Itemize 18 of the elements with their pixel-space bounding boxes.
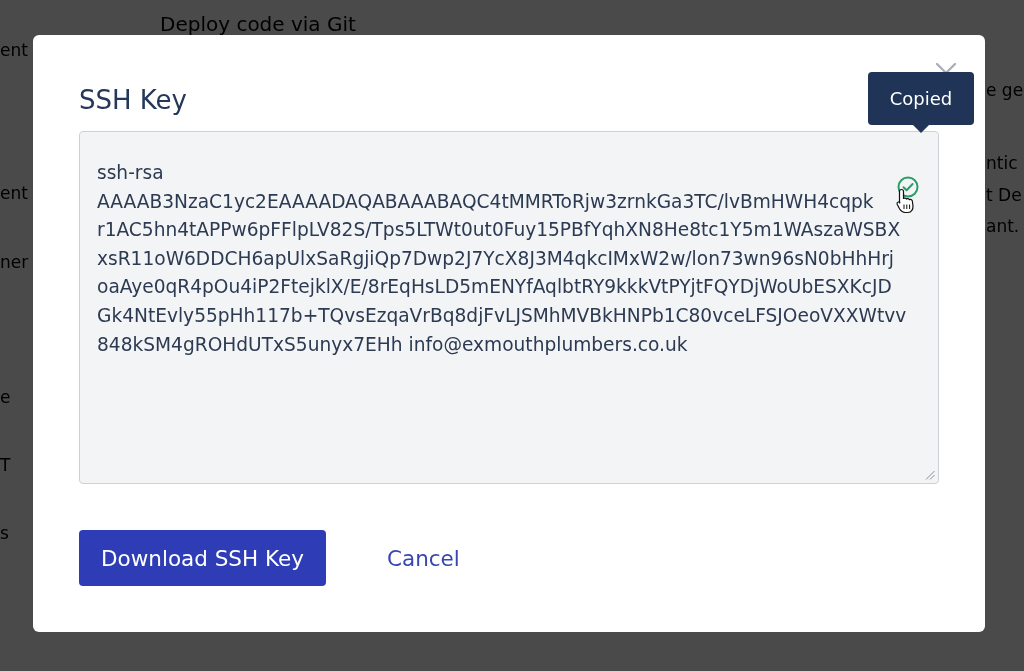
background-text: ner [0, 251, 29, 274]
background-text: ent [0, 39, 28, 62]
hand-pointer-icon [896, 188, 916, 214]
resize-grip-icon [925, 470, 935, 480]
cancel-link[interactable]: Cancel [371, 538, 476, 578]
background-text: s [0, 522, 9, 545]
background-text: t De [986, 184, 1022, 207]
dialog-title: SSH Key [79, 84, 187, 117]
background-text: e ge [986, 79, 1024, 102]
download-button[interactable]: Download SSH Key [79, 530, 326, 586]
copied-tooltip: Copied [868, 72, 974, 133]
background-text: ant. [986, 215, 1020, 238]
background-text: e [0, 386, 11, 409]
background-text: ntic [986, 152, 1018, 175]
background-text: ent [0, 182, 28, 205]
ssh-key-field[interactable]: ssh-rsa AAAAB3NzaC1yc2EAAAADAQABAAABAQC4tMMRToRjw3zrnkGa3TC/lvBmHWH4cqpk r1AC5hn4tAPPw6pFFlpLV82S/Tps5LTWt0ut0Fuy15PBfYqhXN8He8tc1Y5m1WAszaWSBX xsR11oW6DDCH6apUlxSaRgjiQp7Dwp2J7YcX8J3M4qkcIMxW2w/lon73wn96sN0bHhHrj oaAye0qR4pOu4iP2FtejklX/E/8rEqHsLD5mENYfAqlbtRY9kkkVtPYjtFQYDjWoUbESXKcJD Gk4NtEvly55pHh117b+TQvsEzqaVrBq8djFvLJSMhMVBkHNPb1C80vceLFSJOeoVXXWtvv 848kSM4gROHdUTxS5unyx7EHh info@exmouthplumbers.co.uk [79, 131, 939, 484]
background-text: T [0, 454, 11, 477]
background-heading: Deploy code via Git [160, 12, 356, 36]
